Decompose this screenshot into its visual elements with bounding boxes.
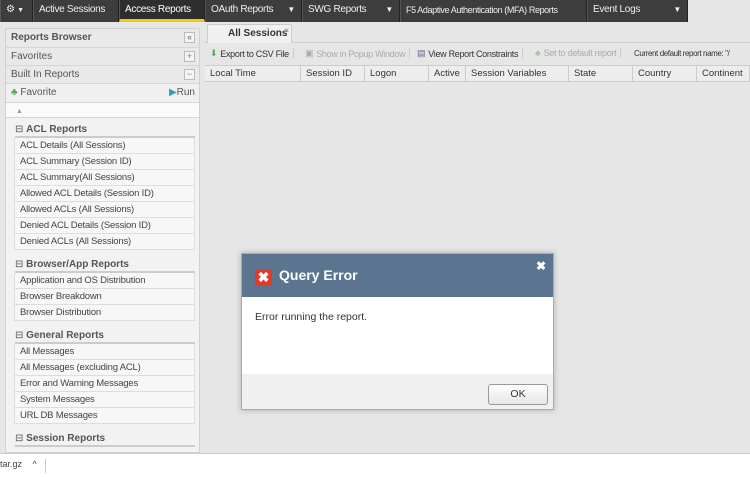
report-item[interactable]: Browser Distribution bbox=[14, 305, 195, 321]
report-item[interactable]: Allowed ACL Details (Session ID) bbox=[14, 186, 195, 202]
window-icon: ▣ bbox=[305, 48, 314, 58]
report-item[interactable]: System Messages bbox=[14, 392, 195, 408]
report-item[interactable]: Allowed ACLs (All Sessions) bbox=[14, 202, 195, 218]
error-icon: ✖ bbox=[255, 269, 272, 286]
dialog-body: Error running the report. bbox=[242, 297, 553, 374]
section-header[interactable]: ⊟ Browser/App Reports bbox=[15, 258, 195, 273]
column-header[interactable]: Continent bbox=[697, 66, 750, 82]
label: Run bbox=[176, 87, 195, 98]
section-title: General Reports bbox=[26, 330, 104, 341]
label: Show in Popup Window bbox=[316, 48, 406, 59]
nav-active-sessions[interactable]: Active Sessions bbox=[33, 0, 119, 22]
report-item[interactable]: ACL Details (All Sessions) bbox=[14, 138, 195, 154]
report-item[interactable]: Application and OS Distribution bbox=[14, 273, 195, 289]
label: All Sessions bbox=[228, 28, 288, 39]
run-button[interactable]: ▶Run bbox=[169, 84, 195, 101]
query-error-dialog: ✖ Query Error ✖ Error running the report… bbox=[241, 253, 554, 410]
nav-access-reports[interactable]: Access Reports bbox=[119, 0, 205, 22]
dropdown-icon: ▼ bbox=[385, 5, 393, 14]
export-csv-button[interactable]: ⬇ Export to CSV File bbox=[210, 48, 294, 59]
column-header[interactable]: Session Variables bbox=[466, 66, 569, 82]
collapse-icon: ⊟ bbox=[15, 259, 27, 270]
panel-title: Reports Browser bbox=[11, 32, 92, 43]
report-item[interactable]: Browser Breakdown bbox=[14, 289, 195, 305]
favorites-header[interactable]: Favorites + bbox=[6, 48, 199, 66]
popup-window-button[interactable]: ▣ Show in Popup Window bbox=[305, 48, 411, 59]
run-icon: ▶ bbox=[168, 87, 177, 98]
column-header[interactable]: Country bbox=[633, 66, 697, 82]
label: Event Logs bbox=[593, 4, 641, 15]
close-tab-icon[interactable]: × bbox=[284, 22, 289, 40]
section-header[interactable]: ⊟ General Reports bbox=[15, 329, 195, 344]
close-icon[interactable]: ✖ bbox=[536, 259, 546, 273]
collapse-icon: ⊟ bbox=[15, 124, 27, 135]
report-item[interactable]: All Messages (excluding ACL) bbox=[14, 360, 195, 376]
dropdown-icon: ▼ bbox=[673, 5, 681, 14]
section-title: ACL Reports bbox=[26, 124, 88, 135]
dropdown-icon: ▼ bbox=[287, 5, 295, 14]
report-item[interactable]: Denied ACLs (All Sessions) bbox=[14, 234, 195, 250]
builtin-header[interactable]: Built In Reports − bbox=[6, 66, 199, 84]
report-item[interactable]: All Messages bbox=[14, 344, 195, 360]
document-icon: ▤ bbox=[417, 48, 426, 58]
export-icon: ⬇ bbox=[210, 48, 218, 58]
report-item[interactable]: URL DB Messages bbox=[14, 408, 195, 424]
nav-swg-reports[interactable]: SWG Reports ▼ bbox=[302, 0, 400, 22]
reports-browser-panel: Reports Browser « Favorites + Built In Rep… bbox=[5, 28, 200, 453]
column-header[interactable]: Active bbox=[429, 66, 466, 82]
section-header[interactable]: ⊟ Session Reports bbox=[15, 432, 195, 447]
gear-icon: ⚙ bbox=[6, 4, 15, 15]
tree-icon: ♣ bbox=[535, 48, 541, 58]
file-name: tar.gz bbox=[0, 459, 23, 469]
label: Favorite bbox=[20, 87, 57, 98]
collapse-icon[interactable]: « bbox=[184, 32, 195, 43]
nav-mfa-reports[interactable]: F5 Adaptive Authentication (MFA) Reports bbox=[400, 0, 587, 22]
expand-icon[interactable]: + bbox=[184, 51, 195, 62]
favorite-button[interactable]: ♣ Favorite bbox=[11, 87, 56, 98]
browser-toolbar: ♣ Favorite ▶Run bbox=[6, 84, 199, 103]
tree-icon: ♣ bbox=[11, 87, 18, 98]
current-default-label: Current default report name: "/ bbox=[634, 49, 730, 58]
collapse-section-icon[interactable]: − bbox=[184, 69, 195, 80]
report-item[interactable]: Denied ACL Details (Session ID) bbox=[14, 218, 195, 234]
label: View Report Constraints bbox=[428, 48, 519, 59]
label: Set to default report bbox=[543, 48, 617, 58]
section-title: Session Reports bbox=[26, 433, 106, 444]
label: Built In Reports bbox=[11, 69, 80, 80]
report-item[interactable]: ACL Summary (Session ID) bbox=[14, 154, 195, 170]
set-default-button[interactable]: ♣ Set to default report bbox=[535, 48, 622, 58]
dialog-title: Query Error bbox=[279, 267, 358, 283]
collapse-icon: ⊟ bbox=[15, 330, 27, 341]
nav-event-logs[interactable]: Event Logs ▼ bbox=[587, 0, 688, 22]
panel-header: Reports Browser « bbox=[6, 29, 199, 48]
column-header[interactable]: Logon bbox=[365, 66, 429, 82]
collapse-icon: ⊟ bbox=[15, 433, 27, 444]
column-headers: Local Time Session ID Logon Active Session V… bbox=[205, 65, 750, 82]
dialog-header: ✖ Query Error ✖ bbox=[242, 254, 553, 297]
chevron-up-icon: ^ bbox=[32, 459, 37, 469]
ok-button[interactable]: OK bbox=[488, 384, 548, 405]
view-constraints-button[interactable]: ▤ View Report Constraints bbox=[417, 48, 524, 59]
scroll-up-button[interactable]: ▲ bbox=[6, 103, 199, 118]
label: Export to CSV File bbox=[220, 48, 289, 59]
label: OAuth Reports bbox=[211, 4, 274, 15]
nav-oauth-reports[interactable]: OAuth Reports ▼ bbox=[205, 0, 302, 22]
report-item[interactable]: ACL Summary(All Sessions) bbox=[14, 170, 195, 186]
download-bar: tar.gz ^ bbox=[0, 453, 750, 477]
column-header[interactable]: Session ID bbox=[301, 66, 365, 82]
section-title: Browser/App Reports bbox=[26, 259, 129, 270]
label: SWG Reports bbox=[308, 4, 367, 15]
error-message: Error running the report. bbox=[255, 311, 368, 323]
top-nav: ⚙ ▼ Active Sessions Access Reports OAuth… bbox=[0, 0, 688, 22]
column-header[interactable]: State bbox=[569, 66, 633, 82]
tab-all-sessions[interactable]: All Sessions × bbox=[207, 24, 292, 43]
column-header[interactable]: Local Time bbox=[205, 66, 301, 82]
report-toolbar: ⬇ Export to CSV File ▣ Show in Popup Windo… bbox=[205, 44, 750, 64]
report-item[interactable]: Error and Warning Messages bbox=[14, 376, 195, 392]
download-item[interactable]: tar.gz ^ bbox=[0, 459, 46, 473]
label: Favorites bbox=[11, 51, 53, 62]
section-header[interactable]: ⊟ ACL Reports bbox=[15, 123, 195, 138]
settings-menu-button[interactable]: ⚙ ▼ bbox=[0, 0, 33, 22]
